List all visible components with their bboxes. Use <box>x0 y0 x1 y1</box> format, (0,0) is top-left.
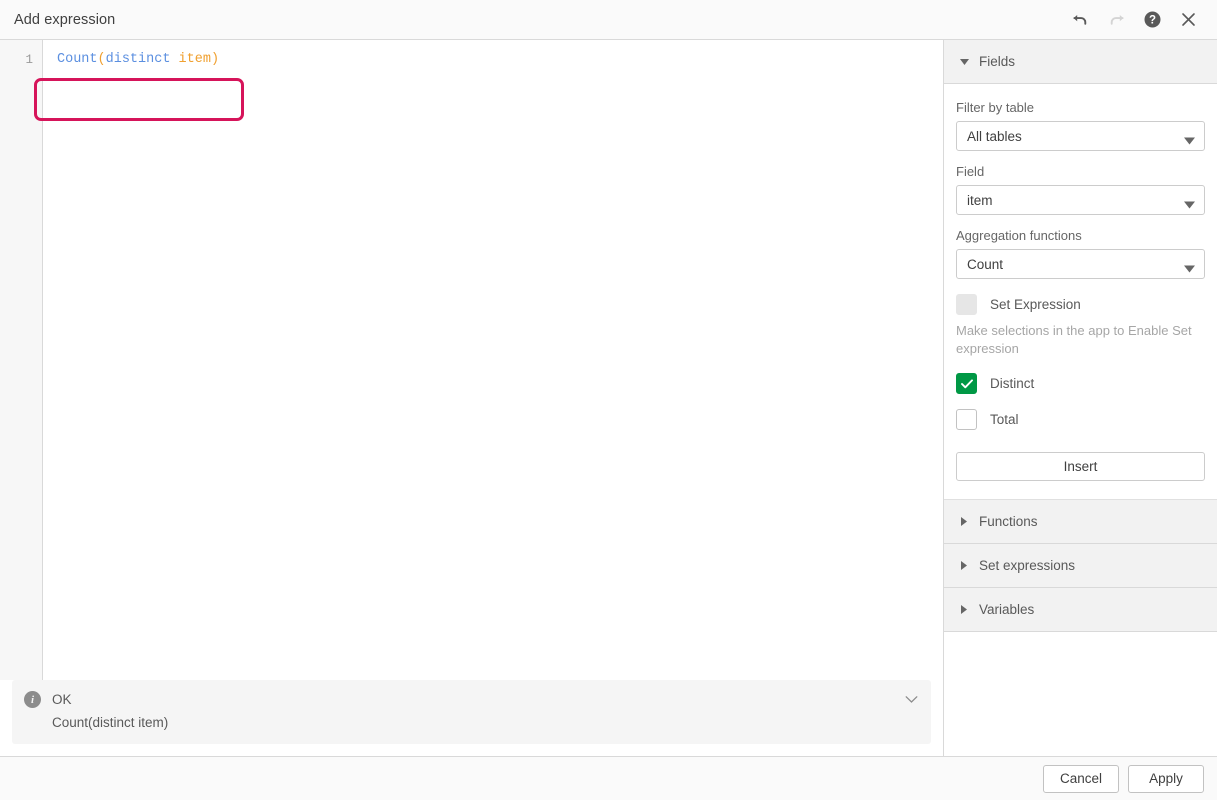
accordion-title-fields: Fields <box>979 54 1015 69</box>
filter-by-table-select[interactable]: All tables <box>956 121 1205 151</box>
line-number-gutter: 1 <box>0 40 43 680</box>
header-actions: ? <box>1063 3 1205 37</box>
set-expression-checkbox <box>956 294 977 315</box>
accordion-title-functions: Functions <box>979 514 1038 529</box>
field-label: Field <box>956 164 1205 179</box>
status-title: OK <box>52 690 168 709</box>
undo-icon[interactable] <box>1063 3 1097 37</box>
dialog-footer: Cancel Apply <box>0 757 1217 800</box>
cancel-button[interactable]: Cancel <box>1043 765 1119 793</box>
caret-down-icon <box>957 59 971 65</box>
token-keyword: distinct <box>106 52 171 67</box>
set-expression-row: Set Expression <box>956 294 1205 315</box>
set-expression-label: Set Expression <box>990 297 1081 312</box>
expression-line[interactable]: Count(distinct item) <box>57 51 943 69</box>
aggregation-functions-label: Aggregation functions <box>956 228 1205 243</box>
code-content[interactable]: Count(distinct item) <box>43 40 943 680</box>
distinct-label: Distinct <box>990 376 1034 391</box>
aggregation-functions-value: Count <box>967 257 1003 272</box>
panel-spacer <box>944 632 1217 756</box>
filter-by-table-label: Filter by table <box>956 100 1205 115</box>
distinct-checkbox[interactable] <box>956 373 977 394</box>
dialog-header: Add expression ? <box>0 0 1217 40</box>
page-title: Add expression <box>14 12 115 28</box>
chevron-down-icon <box>1184 133 1195 140</box>
accordion-title-set-expressions: Set expressions <box>979 558 1075 573</box>
caret-right-icon <box>957 517 971 526</box>
chevron-down-icon <box>1184 197 1195 204</box>
accordion-header-fields[interactable]: Fields <box>944 40 1217 84</box>
accordion-header-variables[interactable]: Variables <box>944 588 1217 632</box>
filter-by-table-value: All tables <box>967 129 1022 144</box>
info-icon: i <box>24 691 41 708</box>
set-expression-helper-text: Make selections in the app to Enable Set… <box>956 322 1205 358</box>
accordion-title-variables: Variables <box>979 602 1034 617</box>
token-field: item <box>170 52 211 67</box>
total-label: Total <box>990 412 1019 427</box>
accordion-header-set-expressions[interactable]: Set expressions <box>944 544 1217 588</box>
token-open-paren: ( <box>98 52 106 67</box>
help-icon[interactable]: ? <box>1135 3 1169 37</box>
total-checkbox[interactable] <box>956 409 977 430</box>
aggregation-functions-select[interactable]: Count <box>956 249 1205 279</box>
close-icon[interactable] <box>1171 3 1205 37</box>
field-value: item <box>967 193 993 208</box>
expression-editor: 1 Count(distinct item) i OK Count(distin… <box>0 40 944 757</box>
code-area[interactable]: 1 Count(distinct item) <box>0 40 943 680</box>
insert-button[interactable]: Insert <box>956 452 1205 481</box>
total-row[interactable]: Total <box>956 409 1205 430</box>
caret-right-icon <box>957 561 971 570</box>
caret-right-icon <box>957 605 971 614</box>
accordion-header-functions[interactable]: Functions <box>944 500 1217 544</box>
fields-section-body: Filter by table All tables Field item Ag… <box>944 84 1217 500</box>
status-detail: Count(distinct item) <box>52 713 168 732</box>
distinct-row[interactable]: Distinct <box>956 373 1205 394</box>
token-close-paren: ) <box>211 52 219 67</box>
status-wrap: i OK Count(distinct item) <box>0 680 943 756</box>
redo-icon[interactable] <box>1099 3 1133 37</box>
apply-button[interactable]: Apply <box>1128 765 1204 793</box>
chevron-down-icon <box>1184 261 1195 268</box>
add-expression-dialog: Add expression ? <box>0 0 1217 800</box>
status-bar: i OK Count(distinct item) <box>12 680 931 744</box>
chevron-down-icon[interactable] <box>901 689 921 709</box>
line-number: 1 <box>0 51 42 69</box>
side-panel: Fields Filter by table All tables Field … <box>944 40 1217 757</box>
svg-text:?: ? <box>1148 15 1155 27</box>
status-text: OK Count(distinct item) <box>52 690 168 732</box>
token-function: Count <box>57 52 98 67</box>
dialog-body: 1 Count(distinct item) i OK Count(distin… <box>0 40 1217 757</box>
field-select[interactable]: item <box>956 185 1205 215</box>
